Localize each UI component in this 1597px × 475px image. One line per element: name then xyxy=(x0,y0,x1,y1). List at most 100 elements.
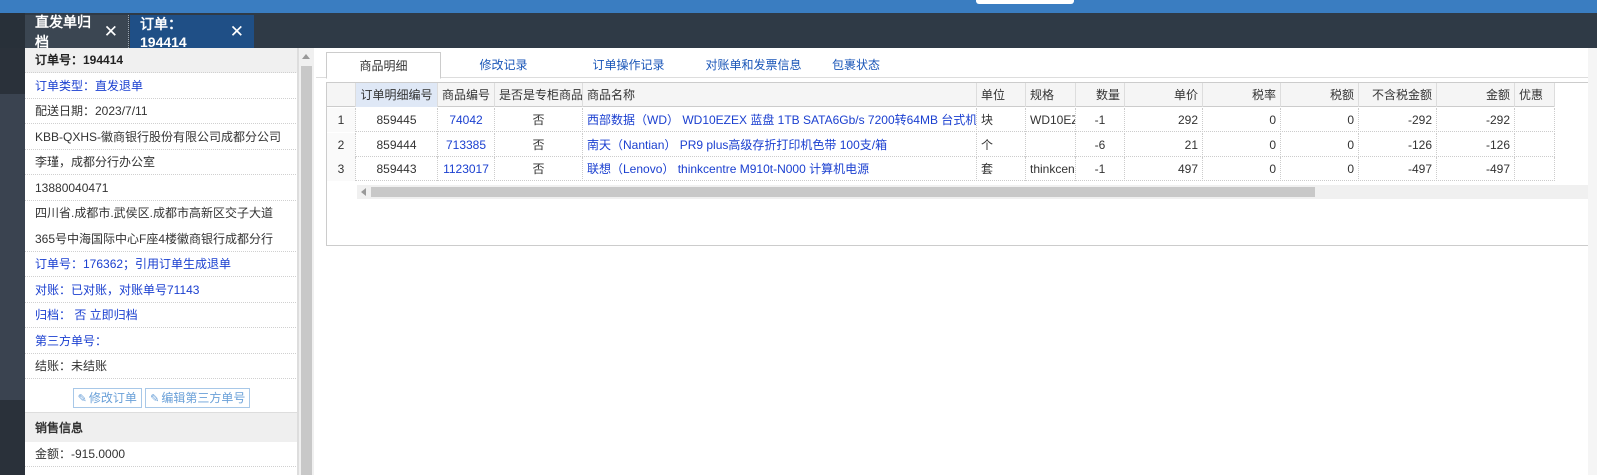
cell-tax-amount: 0 xyxy=(1281,157,1359,181)
cell-unit: 块 xyxy=(977,108,1026,132)
cell-amount: -126 xyxy=(1437,132,1515,157)
tab-bar-left-strip xyxy=(0,13,25,48)
cell-spec: WD10EZEX xyxy=(1026,108,1076,132)
edit-third-party-label: 编辑第三方单号 xyxy=(161,391,246,405)
column-header-counter-flag[interactable]: 是否是专柜商品 xyxy=(495,83,583,107)
detail-subtabs: 商品明细 修改记录 订单操作记录 对账单和发票信息 包裹状态 xyxy=(316,48,1597,79)
tab-label: 订单：194414 xyxy=(140,15,187,50)
column-header-amount[interactable]: 金额 xyxy=(1437,83,1515,107)
column-header-unit[interactable]: 单位 xyxy=(977,83,1026,107)
column-header-discount[interactable]: 优惠 xyxy=(1515,83,1555,107)
column-header-tax-amount[interactable]: 税额 xyxy=(1281,83,1359,107)
tab-reconciliation-invoice[interactable]: 对账单和发票信息 xyxy=(686,52,821,78)
cell-quantity: -1 xyxy=(1076,157,1125,181)
tab-order-detail[interactable]: 订单：194414 ✕ xyxy=(130,15,254,50)
cell-row-number: 2 xyxy=(327,132,356,157)
edit-order-button[interactable]: ✎ 修改订单 xyxy=(72,388,142,408)
cell-unit-price: 292 xyxy=(1125,108,1203,132)
nav-band xyxy=(0,48,25,94)
address-line-1: 四川省.成都市.武侯区.成都市高新区交子大道 xyxy=(35,206,274,220)
order-type: 订单类型：直发退单 xyxy=(25,74,297,99)
left-nav-strip xyxy=(0,48,25,475)
column-header-product-code[interactable]: 商品编号 xyxy=(438,83,495,107)
column-header-spec[interactable]: 规格 xyxy=(1026,83,1076,107)
tab-package-status[interactable]: 包裹状态 xyxy=(806,52,906,78)
cell-product-name[interactable]: 西部数据（WD） WD10EZEX 蓝盘 1TB SATA6Gb/s 7200转… xyxy=(583,108,977,132)
cell-unit-price: 21 xyxy=(1125,132,1203,157)
header-search-box[interactable] xyxy=(976,0,1074,4)
order-number-heading: 订单号：194414 xyxy=(25,48,297,73)
cell-detail-id: 859443 xyxy=(356,157,438,181)
grid-header: 订单明细编号 商品编号 是否是专柜商品 商品名称 单位 规格 数量 单价 税率 税额 不含税金额 金额… xyxy=(327,83,1555,107)
reference-order: 订单号：176362；引用订单生成退单 xyxy=(25,252,297,277)
cell-discount xyxy=(1515,108,1555,132)
cell-quantity: -6 xyxy=(1076,132,1125,157)
column-header-product-name[interactable]: 商品名称 xyxy=(583,83,977,107)
archive-status[interactable]: 归档： 否 立即归档 xyxy=(25,303,297,328)
delivery-date: 配送日期：2023/7/11 xyxy=(25,99,297,124)
tab-direct-order-archive[interactable]: 直发单归档 ✕ xyxy=(25,14,129,50)
cell-row-number: 1 xyxy=(327,108,356,132)
left-panel-scrollbar[interactable] xyxy=(298,48,314,475)
cell-unit: 套 xyxy=(977,157,1026,181)
cell-discount xyxy=(1515,132,1555,157)
cell-tax-amount: 0 xyxy=(1281,132,1359,157)
order-info-panel: 订单号：194414 订单类型：直发退单 配送日期：2023/7/11 KBB-QXH… xyxy=(25,48,298,475)
order-items-grid: 订单明细编号 商品编号 是否是专柜商品 商品名称 单位 规格 数量 单价 税率 税额 不含税金额 金额… xyxy=(326,82,1597,246)
cell-product-name[interactable]: 联想（Lenovo） thinkcentre M910t-N000 计算机电源 xyxy=(583,157,977,181)
edit-third-party-number-button[interactable]: ✎ 编辑第三方单号 xyxy=(145,388,251,408)
cell-product-code[interactable]: 74042 xyxy=(438,108,495,132)
contact-person: 李瑾，成都分行办公室 xyxy=(25,150,297,175)
scrollbar-thumb[interactable] xyxy=(371,187,1315,197)
close-icon[interactable]: ✕ xyxy=(104,23,118,40)
top-header-bar xyxy=(0,0,1597,13)
contact-phone: 13880040471 xyxy=(25,176,297,201)
cell-spec: thinkcentre xyxy=(1026,157,1076,181)
table-row[interactable]: 2 859444 713385 否南天（Nantian） PR9 plus高级存折打印… xyxy=(327,132,1555,157)
right-edge-scrollbar[interactable] xyxy=(1588,48,1597,475)
grid-horizontal-scrollbar[interactable] xyxy=(357,185,1597,199)
page-tab-bar: 直发单归档 ✕ 订单：194414 ✕ xyxy=(0,13,1597,50)
cell-product-code[interactable]: 713385 xyxy=(438,132,495,157)
cell-net-amount: -497 xyxy=(1359,157,1437,181)
cell-counter-flag: 否 xyxy=(495,132,583,157)
cell-product-code[interactable]: 1123017 xyxy=(438,157,495,181)
scroll-up-icon[interactable] xyxy=(302,54,310,59)
cell-product-name[interactable]: 南天（Nantian） PR9 plus高级存折打印机色带 100支/箱 xyxy=(583,132,977,157)
nav-band xyxy=(0,400,25,475)
customer-company: KBB-QXHS-徽商银行股份有限公司成都分公司 xyxy=(25,125,297,150)
third-party-number: 第三方单号： xyxy=(25,329,297,354)
reconciliation-status: 对账：已对账，对账单号71143 xyxy=(25,278,297,303)
cell-spec xyxy=(1026,132,1076,157)
order-action-buttons: ✎ 修改订单 ✎ 编辑第三方单号 xyxy=(25,385,297,411)
column-header-quantity[interactable]: 数量 xyxy=(1076,83,1125,107)
settlement-status: 结账：未结账 xyxy=(25,354,297,379)
sales-amount: 金额：-915.0000 xyxy=(25,442,297,467)
table-row[interactable]: 1 859445 74042 否西部数据（WD） WD10EZEX 蓝盘 1TB SA… xyxy=(327,108,1555,132)
column-header-net-amount[interactable]: 不含税金额 xyxy=(1359,83,1437,107)
tab-label: 直发单归档 xyxy=(35,13,91,50)
table-row[interactable]: 3 859443 1123017 否联想（Lenovo） thinkcentre M9… xyxy=(327,157,1555,181)
sales-info-heading: 销售信息 xyxy=(25,412,297,442)
cell-unit-price: 497 xyxy=(1125,157,1203,181)
tab-modification-log[interactable]: 修改记录 xyxy=(446,52,561,78)
cell-detail-id: 859445 xyxy=(356,108,438,132)
cell-tax-rate: 0 xyxy=(1203,108,1281,132)
close-icon[interactable]: ✕ xyxy=(230,23,244,40)
cell-discount xyxy=(1515,157,1555,181)
scroll-left-icon[interactable] xyxy=(361,188,366,196)
column-header-tax-rate[interactable]: 税率 xyxy=(1203,83,1281,107)
order-detail-panel: 商品明细 修改记录 订单操作记录 对账单和发票信息 包裹状态 订单明细编号 商品编号 是否是… xyxy=(316,48,1597,475)
cell-tax-amount: 0 xyxy=(1281,108,1359,132)
cell-tax-rate: 0 xyxy=(1203,157,1281,181)
cell-net-amount: -292 xyxy=(1359,108,1437,132)
tab-order-operation-log[interactable]: 订单操作记录 xyxy=(566,52,691,78)
column-header-unit-price[interactable]: 单价 xyxy=(1125,83,1203,107)
cell-counter-flag: 否 xyxy=(495,108,583,132)
tab-product-details[interactable]: 商品明细 xyxy=(326,52,441,79)
column-header-detail-id[interactable]: 订单明细编号 xyxy=(356,83,438,107)
cell-quantity: -1 xyxy=(1076,108,1125,132)
scrollbar-thumb[interactable] xyxy=(301,66,312,475)
edit-icon: ✎ xyxy=(77,393,87,405)
edit-icon: ✎ xyxy=(150,393,160,405)
